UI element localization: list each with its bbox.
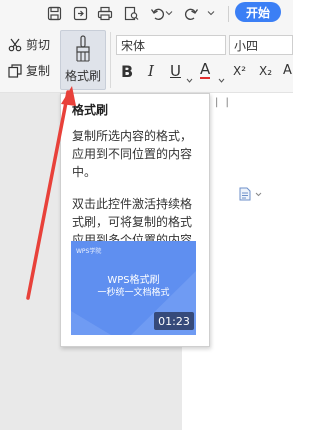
font-name-select[interactable]: 宋体 bbox=[116, 35, 226, 55]
document-icon[interactable] bbox=[239, 186, 263, 205]
tab-start[interactable]: 开始 bbox=[235, 2, 281, 22]
dropdown-icon[interactable] bbox=[186, 68, 193, 87]
copy-button[interactable]: 复制 bbox=[8, 62, 50, 79]
dropdown-icon[interactable] bbox=[206, 3, 216, 23]
tutorial-video-thumbnail[interactable]: WPS学院 WPS格式刷 一秒统一文档格式 01:23 bbox=[71, 241, 196, 335]
tooltip-title: 格式刷 bbox=[72, 103, 109, 117]
format-painter-label: 格式刷 bbox=[64, 69, 101, 83]
copy-label: 复制 bbox=[26, 64, 51, 78]
font-size-select[interactable]: 小四 bbox=[229, 35, 293, 55]
video-duration: 01:23 bbox=[154, 312, 194, 330]
video-subtitle: 一秒统一文档格式 bbox=[97, 288, 170, 298]
format-painter-tooltip: 格式刷 复制所选内容的格式，应用到不同位置的内容中。 双击此控件激活持续格式刷，… bbox=[60, 93, 210, 347]
toolbar-separator bbox=[228, 6, 229, 22]
italic-button[interactable]: I bbox=[148, 62, 154, 80]
clear-format-button[interactable]: A bbox=[283, 63, 292, 78]
paragraph-marks: | | bbox=[215, 97, 231, 108]
print-icon[interactable] bbox=[95, 3, 115, 23]
copy-icon bbox=[8, 63, 22, 78]
font-size-value: 小四 bbox=[234, 38, 259, 53]
print-preview-icon[interactable] bbox=[121, 3, 141, 23]
cut-button[interactable]: 剪切 bbox=[8, 36, 50, 53]
brush-icon bbox=[74, 35, 92, 67]
tooltip-description: 复制所选内容的格式，应用到不同位置的内容中。 bbox=[72, 129, 193, 179]
subscript-button[interactable]: X₂ bbox=[259, 64, 272, 78]
scissors-icon bbox=[8, 38, 22, 52]
superscript-button[interactable]: X² bbox=[233, 64, 246, 78]
format-painter-button[interactable]: 格式刷 bbox=[60, 30, 106, 90]
cut-label: 剪切 bbox=[26, 38, 51, 52]
ribbon-separator bbox=[110, 32, 111, 88]
underline-button[interactable]: U bbox=[170, 62, 181, 80]
font-color-button[interactable]: A bbox=[200, 62, 211, 79]
font-name-value: 宋体 bbox=[121, 38, 146, 53]
dropdown-icon[interactable] bbox=[218, 68, 225, 87]
video-brand: WPS学院 bbox=[76, 248, 102, 255]
dropdown-icon[interactable] bbox=[164, 3, 174, 23]
export-icon[interactable] bbox=[70, 3, 90, 23]
bold-button[interactable]: B bbox=[121, 62, 133, 81]
video-title: WPS格式刷 bbox=[107, 275, 160, 286]
save-icon[interactable] bbox=[44, 3, 64, 23]
redo-icon[interactable] bbox=[181, 3, 201, 23]
